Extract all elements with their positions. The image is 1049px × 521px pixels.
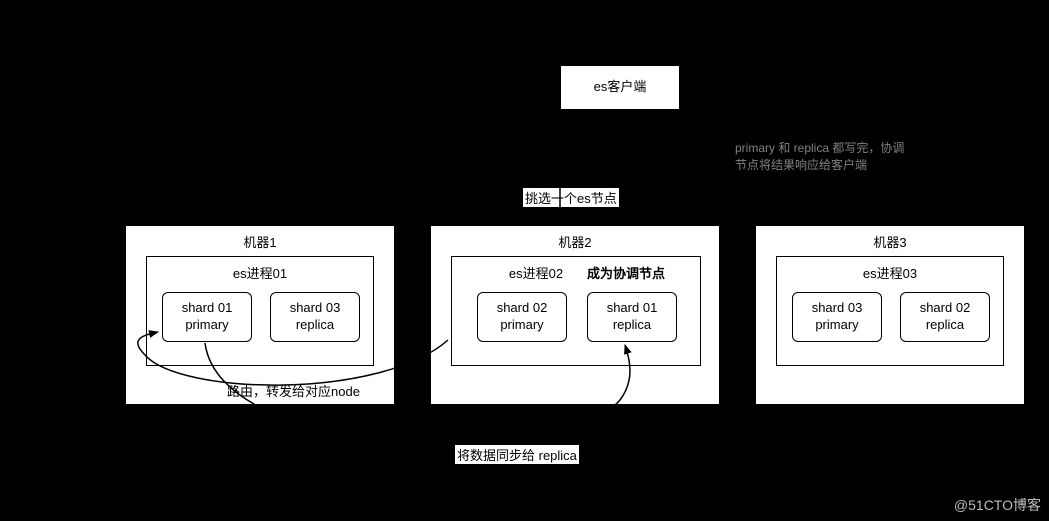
- es-client-box: es客户端: [560, 65, 680, 110]
- machine-1-title: 机器1: [243, 235, 276, 250]
- annotation-sync: 将数据同步给 replica: [455, 445, 579, 464]
- machine-3: 机器3 es进程03 shard 03 primary shard 02 rep…: [755, 225, 1025, 405]
- shard-03-primary-l1: shard 03: [812, 300, 863, 317]
- shard-02-primary-l2: primary: [500, 317, 543, 334]
- shard-03-primary-l2: primary: [815, 317, 858, 334]
- es-client-label: es客户端: [594, 79, 647, 94]
- machine-3-title: 机器3: [873, 235, 906, 250]
- machine-1: 机器1 es进程01 shard 01 primary shard 03 rep…: [125, 225, 395, 405]
- annotation-respond: primary 和 replica 都写完，协调 节点将结果响应给客户端: [735, 140, 904, 174]
- shard-01-primary: shard 01 primary: [162, 292, 252, 342]
- process-02-label: es进程02: [509, 266, 563, 281]
- annotation-select-node: 挑选一个es节点: [523, 188, 619, 207]
- process-03-label: es进程03: [863, 266, 917, 281]
- machine-2-title: 机器2: [558, 235, 591, 250]
- shard-03-replica-l2: replica: [296, 317, 334, 334]
- shard-01-primary-l1: shard 01: [182, 300, 233, 317]
- shard-03-primary: shard 03 primary: [792, 292, 882, 342]
- process-02: es进程02 成为协调节点 shard 02 primary shard 01 …: [451, 256, 701, 366]
- shard-01-replica: shard 01 replica: [587, 292, 677, 342]
- shard-02-replica-l1: shard 02: [920, 300, 971, 317]
- shard-02-primary: shard 02 primary: [477, 292, 567, 342]
- shard-01-replica-l1: shard 01: [607, 300, 658, 317]
- shard-03-replica: shard 03 replica: [270, 292, 360, 342]
- annotation-respond-line2: 节点将结果响应给客户端: [735, 157, 904, 174]
- coordinator-label: 成为协调节点: [587, 263, 665, 282]
- annotation-route: 路由，转发给对应node: [225, 381, 362, 400]
- annotation-respond-line1: primary 和 replica 都写完，协调: [735, 140, 904, 157]
- process-01-label: es进程01: [233, 266, 287, 281]
- watermark: @51CTO博客: [954, 495, 1041, 515]
- shard-01-primary-l2: primary: [185, 317, 228, 334]
- process-01: es进程01 shard 01 primary shard 03 replica: [146, 256, 374, 366]
- shard-01-replica-l2: replica: [613, 317, 651, 334]
- machine-2: 机器2 es进程02 成为协调节点 shard 02 primary shard…: [430, 225, 720, 405]
- shard-03-replica-l1: shard 03: [290, 300, 341, 317]
- shard-02-replica: shard 02 replica: [900, 292, 990, 342]
- process-03: es进程03 shard 03 primary shard 02 replica: [776, 256, 1004, 366]
- shard-02-primary-l1: shard 02: [497, 300, 548, 317]
- shard-02-replica-l2: replica: [926, 317, 964, 334]
